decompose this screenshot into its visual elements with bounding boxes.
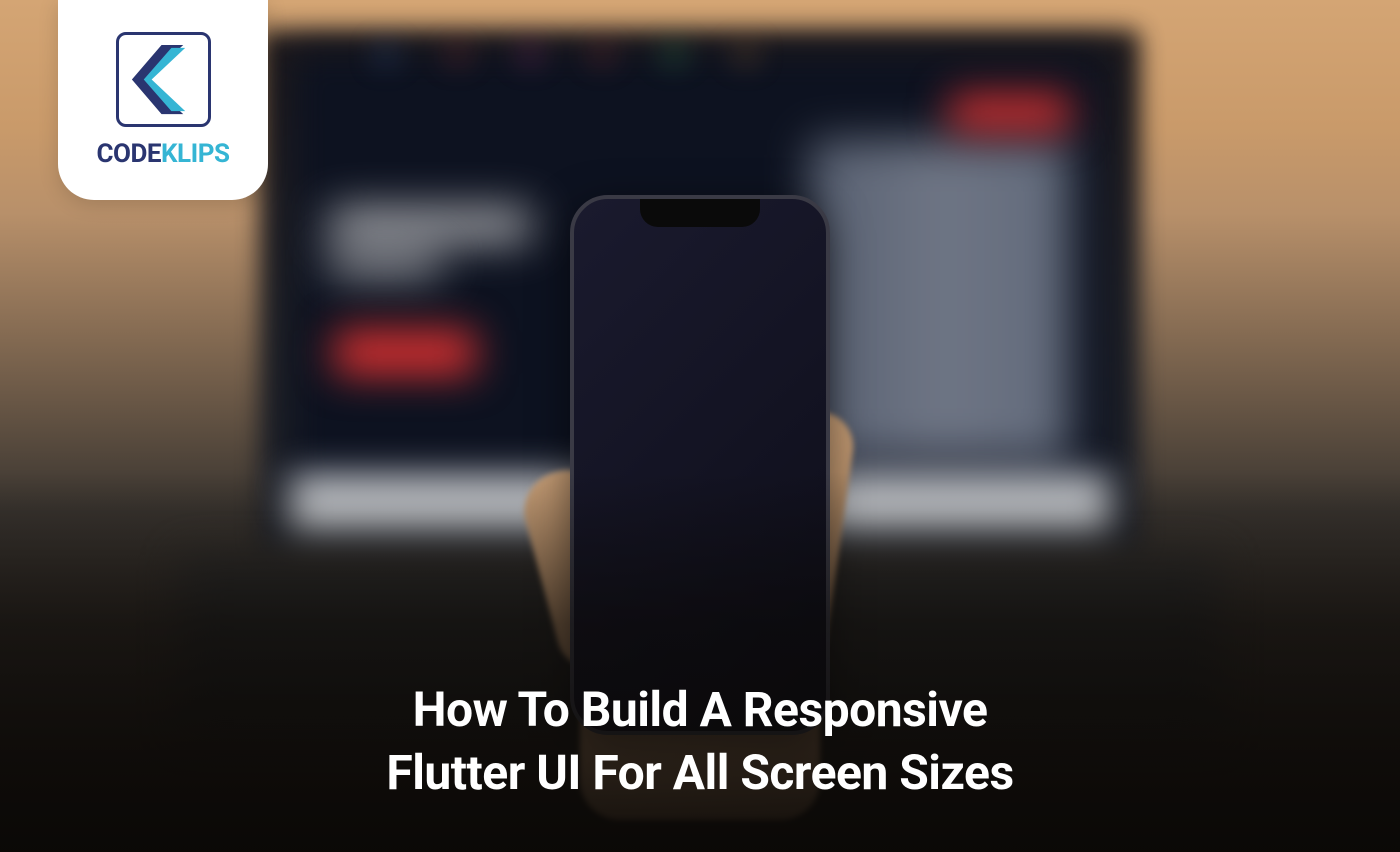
hero-banner: CODEKLIPS How To Build A Responsive Flut… [0, 0, 1400, 852]
brand-name-part1: CODE [97, 139, 161, 169]
laptop-subtext-blur [330, 250, 440, 275]
hero-title-container: How To Build A Responsive Flutter UI For… [0, 679, 1400, 804]
red-cta-blur [335, 330, 475, 375]
phone-notch [640, 199, 760, 227]
browser-tabs-blur [380, 48, 752, 60]
title-line-1: How To Build A Responsive [413, 681, 988, 738]
title-line-2: Flutter UI For All Screen Sizes [386, 744, 1013, 801]
laptop-headline-blur [330, 210, 530, 240]
codeklips-logo-icon [116, 32, 211, 127]
brand-logo-badge: CODEKLIPS [58, 0, 268, 200]
logo-k-mark-icon [124, 40, 203, 119]
hero-title: How To Build A Responsive Flutter UI For… [0, 679, 1400, 804]
red-button-blur [950, 95, 1070, 130]
brand-wordmark: CODEKLIPS [97, 139, 230, 169]
brand-name-part2: KLIPS [161, 139, 229, 169]
